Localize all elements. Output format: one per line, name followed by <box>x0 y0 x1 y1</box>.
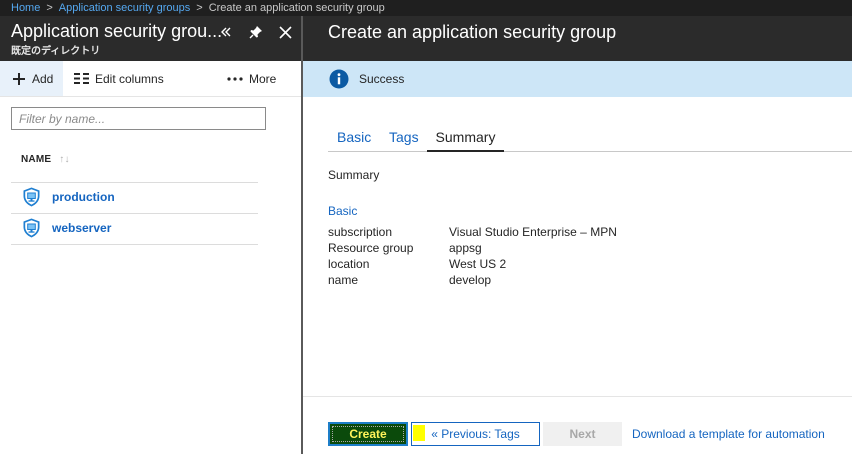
breadcrumb: Home > Application security groups > Create … <box>0 0 852 16</box>
previous-button[interactable]: « Previous: Tags <box>411 422 540 446</box>
list-item-label: production <box>52 190 115 204</box>
field-value: appsg <box>449 241 482 255</box>
breadcrumb-separator: > <box>46 2 53 14</box>
field-resource-group: Resource group appsg <box>328 241 482 255</box>
name-column-label: NAME <box>21 154 52 165</box>
tab-basic[interactable]: Basic <box>337 126 371 152</box>
left-blade-subtitle: 既定のディレクトリ <box>11 46 101 57</box>
field-value: West US 2 <box>449 257 507 271</box>
more-button[interactable]: More <box>227 61 276 96</box>
divider <box>11 244 258 245</box>
list-item-production[interactable]: production <box>11 182 258 212</box>
summary-heading: Summary <box>328 168 380 182</box>
breadcrumb-application-security-groups[interactable]: Application security groups <box>59 2 190 14</box>
left-blade: Application security grou... 既定のディレクトリ A… <box>0 16 301 454</box>
close-icon[interactable] <box>274 21 296 43</box>
pin-icon[interactable] <box>245 21 267 43</box>
edit-columns-label: Edit columns <box>95 71 164 86</box>
success-banner: Success <box>303 61 852 97</box>
more-icon <box>227 76 243 81</box>
field-location: location West US 2 <box>328 257 506 271</box>
tab-summary[interactable]: Summary <box>427 126 504 152</box>
create-button[interactable]: Create <box>328 422 408 446</box>
list-item-webserver[interactable]: webserver <box>11 213 258 243</box>
field-key: subscription <box>328 225 393 239</box>
right-blade: Create an application security group Suc… <box>303 16 852 454</box>
field-key: name <box>328 273 359 287</box>
field-key: location <box>328 257 370 271</box>
application-security-group-icon <box>23 218 40 238</box>
more-label: More <box>249 71 277 86</box>
next-button[interactable]: Next <box>543 422 622 446</box>
edit-columns-button[interactable]: Edit columns <box>74 61 164 96</box>
highlight-marker <box>413 425 425 441</box>
previous-button-label: « Previous: Tags <box>431 427 520 441</box>
left-toolbar: Add Edit columns More <box>0 61 301 97</box>
columns-icon <box>74 73 89 84</box>
field-key: Resource group <box>328 241 414 255</box>
breadcrumb-current: Create an application security group <box>208 2 385 14</box>
field-name: name develop <box>328 273 491 287</box>
sort-icon[interactable]: ↑↓ <box>59 154 69 165</box>
breadcrumb-separator: > <box>196 2 203 14</box>
left-blade-header: Application security grou... 既定のディレクトリ <box>0 16 301 61</box>
plus-icon <box>13 72 25 85</box>
banner-message: Success <box>359 72 405 86</box>
field-value: Visual Studio Enterprise – MPN <box>449 225 617 239</box>
right-blade-header: Create an application security group <box>303 16 852 61</box>
section-heading-basic: Basic <box>328 204 358 218</box>
add-button-label: Add <box>32 71 54 86</box>
info-icon <box>329 69 349 89</box>
download-template-link[interactable]: Download a template for automation <box>632 427 825 441</box>
filter-input[interactable] <box>11 107 266 130</box>
left-blade-title: Application security grou... <box>11 21 223 41</box>
application-security-group-icon <box>23 187 40 207</box>
breadcrumb-home[interactable]: Home <box>11 2 40 14</box>
tab-bar: Basic Tags Summary <box>328 126 852 152</box>
name-column-header[interactable]: NAME ↑↓ <box>21 154 70 165</box>
right-blade-title: Create an application security group <box>328 22 617 42</box>
collapse-icon[interactable] <box>215 21 237 43</box>
add-button[interactable]: Add <box>0 61 63 96</box>
tab-tags[interactable]: Tags <box>389 126 419 152</box>
field-value: develop <box>449 273 492 287</box>
field-subscription: subscription Visual Studio Enterprise – M… <box>328 225 617 239</box>
list-item-label: webserver <box>52 221 112 235</box>
footer-divider <box>303 396 852 397</box>
